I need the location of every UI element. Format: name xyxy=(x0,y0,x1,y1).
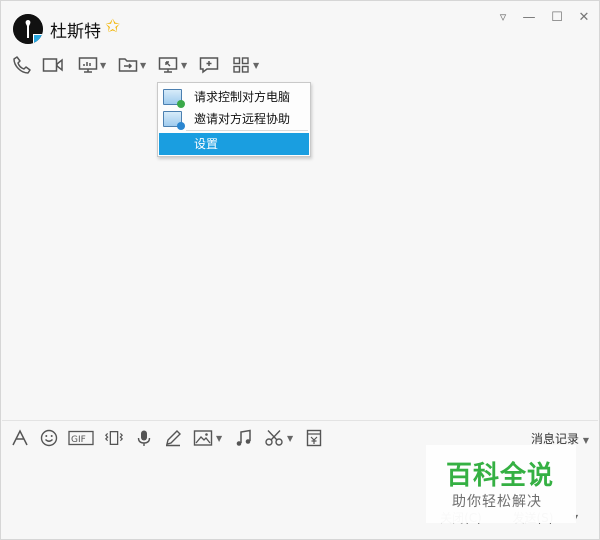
remote-desktop-icon[interactable] xyxy=(157,55,179,75)
online-status-badge xyxy=(33,34,43,44)
pin-icon[interactable]: ▿ xyxy=(494,10,512,26)
image-dropdown-icon[interactable]: ▼ xyxy=(216,434,222,443)
contact-name[interactable]: 杜斯特 xyxy=(50,17,101,42)
scissors-dropdown-icon[interactable]: ▼ xyxy=(287,434,293,443)
phone-icon[interactable] xyxy=(11,55,33,75)
screen-share-dropdown-icon[interactable]: ▼ xyxy=(100,61,106,70)
pen-icon[interactable] xyxy=(163,429,183,447)
gif-label: GIF xyxy=(71,435,86,445)
shake-icon[interactable] xyxy=(104,429,124,447)
add-chat-icon[interactable] xyxy=(198,55,220,75)
chat-window: 杜斯特 ✩ ▿ — ☐ ✕ ▼ ▼ ▼ ▼ GIF ▼ ▼ 消息记录 ▼ 百科全… xyxy=(0,0,600,540)
menu-item-label: 设置 xyxy=(194,137,219,151)
file-transfer-dropdown-icon[interactable]: ▼ xyxy=(140,61,146,70)
image-icon[interactable] xyxy=(193,429,213,447)
music-icon[interactable] xyxy=(234,429,254,447)
scissors-icon[interactable] xyxy=(264,429,284,447)
gif-icon[interactable]: GIF xyxy=(68,429,94,447)
apps-dropdown-icon[interactable]: ▼ xyxy=(253,61,259,70)
minimize-button[interactable]: — xyxy=(520,10,538,26)
watermark-subtitle: 助你轻松解决 xyxy=(452,494,542,510)
favorite-star-icon[interactable]: ✩ xyxy=(105,16,120,37)
watermark: 百科全说 助你轻松解决 xyxy=(426,445,576,523)
message-record-label: 消息记录 xyxy=(531,432,580,446)
remote-desktop-menu: 请求控制对方电脑 邀请对方远程协助 设置 xyxy=(157,82,311,157)
close-window-button[interactable]: ✕ xyxy=(575,10,593,26)
maximize-button[interactable]: ☐ xyxy=(548,10,566,26)
message-record-dropdown-icon: ▼ xyxy=(582,436,589,445)
remote-desktop-dropdown-icon[interactable]: ▼ xyxy=(181,61,187,70)
input-divider xyxy=(2,420,598,421)
menu-item-invite-assist[interactable]: 邀请对方远程协助 xyxy=(158,108,310,130)
video-call-icon[interactable] xyxy=(42,55,64,75)
menu-item-label: 请求控制对方电脑 xyxy=(194,90,291,104)
watermark-title: 百科全说 xyxy=(446,461,555,491)
invite-assist-icon xyxy=(163,111,185,130)
menu-item-label: 邀请对方远程协助 xyxy=(194,112,291,126)
menu-item-request-control[interactable]: 请求控制对方电脑 xyxy=(158,86,310,108)
screen-share-icon[interactable] xyxy=(77,55,99,75)
voice-icon[interactable] xyxy=(134,429,154,447)
apps-grid-icon[interactable] xyxy=(230,55,252,75)
emoji-icon[interactable] xyxy=(39,429,59,447)
menu-item-settings[interactable]: 设置 xyxy=(159,133,309,155)
file-transfer-icon[interactable] xyxy=(117,55,139,75)
avatar[interactable] xyxy=(13,14,43,44)
font-icon[interactable] xyxy=(10,429,30,447)
red-packet-icon[interactable] xyxy=(304,429,324,447)
menu-separator xyxy=(186,130,308,131)
request-control-icon xyxy=(163,89,185,108)
